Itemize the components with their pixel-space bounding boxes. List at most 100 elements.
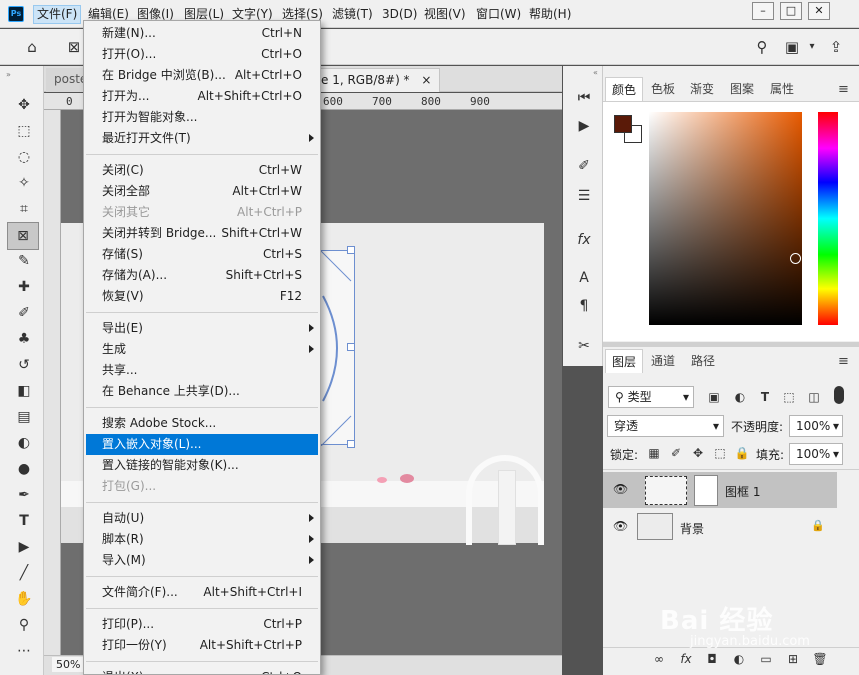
maximize-icon[interactable]: □ [780,2,802,20]
menu-filter[interactable]: 滤镜(T) [329,5,376,24]
filter-smart-icon[interactable]: ◫ [805,388,823,406]
color-picker-cursor[interactable] [790,253,801,264]
stamp-tool-icon[interactable]: ♣ [12,328,36,350]
tab-layers[interactable]: 图层 [605,349,644,373]
path-select-icon[interactable]: ▶ [12,536,36,558]
file-menu-item[interactable]: 导入(M) [86,550,318,571]
chevron-down-icon[interactable]: ▾ [802,37,822,57]
type-tool-icon[interactable]: T [12,510,36,532]
menu-file[interactable]: 文件(F) [33,5,82,24]
blend-mode-select[interactable]: 穿透 ▾ [607,415,724,437]
file-menu-item[interactable]: 脚本(R) [86,529,318,550]
line-tool-icon[interactable]: ╱ [12,562,36,584]
lock-position-icon[interactable]: ✥ [689,444,707,462]
file-menu-item[interactable]: 关闭并转到 Bridge... Shift+Ctrl+W [86,223,318,244]
menu-window[interactable]: 窗口(W) [473,5,524,24]
lock-all-icon[interactable]: 🔒 [733,444,751,462]
brush-settings-icon[interactable]: ✐ [574,156,594,176]
link-layers-icon[interactable]: ∞ [650,650,668,668]
file-menu-item[interactable]: 共享... [86,360,318,381]
delete-layer-icon[interactable]: 🗑 [811,650,829,668]
transform-handle[interactable] [347,246,355,254]
document-tab-active[interactable]: e 1, RGB/8#) * × [312,68,441,92]
file-menu-item[interactable]: 置入嵌入对象(L)... [86,434,318,455]
share-icon[interactable]: ⇪ [826,37,846,57]
crop-tool-icon[interactable]: ⌗ [12,198,36,220]
pen-tool-icon[interactable]: ✒ [12,484,36,506]
layer-row-background[interactable]: 👁 背景 🔒 [603,509,837,545]
workspace-icon[interactable]: ▣ [782,37,802,57]
blur-tool-icon[interactable]: ◐ [12,432,36,454]
tab-swatches[interactable]: 色板 [645,77,681,101]
menu-3d[interactable]: 3D(D) [379,5,420,24]
lock-transparent-icon[interactable]: ▦ [645,444,663,462]
file-menu-item[interactable]: 在 Bridge 中浏览(B)... Alt+Ctrl+O [86,65,318,86]
visibility-eye-icon[interactable]: 👁 [613,482,628,496]
hue-slider-marker[interactable] [810,309,816,317]
eraser-tool-icon[interactable]: ◧ [12,380,36,402]
file-menu-item[interactable]: 导出(E) [86,318,318,339]
home-icon[interactable]: ⌂ [22,37,42,57]
file-menu-item[interactable]: 在 Behance 上共享(D)... [86,381,318,402]
healing-tool-icon[interactable]: ✚ [12,276,36,298]
fill-input[interactable]: 100% ▾ [789,443,843,465]
menu-view[interactable]: 视图(V) [421,5,469,24]
file-menu-item[interactable]: 最近打开文件(T) [86,128,318,149]
tab-color[interactable]: 颜色 [605,77,644,101]
minimize-icon[interactable]: – [752,2,774,20]
frame-tool-icon[interactable]: ⊠ [64,37,84,57]
hand-tool-icon[interactable]: ✋ [12,588,36,610]
filter-adjust-icon[interactable]: ◐ [731,388,749,406]
fx-icon[interactable]: fx [574,230,594,250]
file-menu-item[interactable]: 文件简介(F)... Alt+Shift+Ctrl+I [86,582,318,603]
history-brush-icon[interactable]: ↺ [12,354,36,376]
tool-presets-icon[interactable]: ✂ [574,336,594,356]
paragraph-icon[interactable]: ¶ [574,296,594,316]
more-tools-icon[interactable]: ⋯ [12,640,36,662]
collapse-icon[interactable]: » [6,70,11,79]
panel-menu-icon[interactable]: ≡ [838,354,849,369]
tab-properties[interactable]: 属性 [764,77,800,101]
file-menu-item[interactable]: 自动(U) [86,508,318,529]
character-icon[interactable]: A [574,268,594,288]
gradient-tool-icon[interactable]: ▤ [12,406,36,428]
file-menu-item[interactable]: 存储为(A)... Shift+Ctrl+S [86,265,318,286]
menu-help[interactable]: 帮助(H) [526,5,574,24]
move-tool-icon[interactable]: ✥ [12,94,36,116]
filter-pixel-icon[interactable]: ▣ [705,388,723,406]
lock-pixels-icon[interactable]: ✐ [667,444,685,462]
transform-handle[interactable] [347,343,355,351]
magic-wand-tool-icon[interactable]: ✧ [12,172,36,194]
dodge-tool-icon[interactable]: ● [12,458,36,480]
eyedropper-tool-icon[interactable]: ✎ [12,250,36,272]
actions-play-icon[interactable]: ▶ [574,116,594,136]
file-menu-item[interactable]: 存储(S) Ctrl+S [86,244,318,265]
layer-style-icon[interactable]: fx [677,650,695,668]
opacity-input[interactable]: 100% ▾ [789,415,843,437]
search-icon[interactable]: ⚲ [752,37,772,57]
file-menu-item[interactable]: 恢复(V) F12 [86,286,318,307]
file-menu-item[interactable]: 新建(N)... Ctrl+N [86,23,318,44]
file-menu-item[interactable]: 生成 [86,339,318,360]
layer-row-frame[interactable]: 👁 图框 1 [603,472,837,508]
tab-patterns[interactable]: 图案 [724,77,760,101]
frame-tool-icon[interactable]: ⊠ [7,222,39,250]
file-menu-item[interactable]: 打印一份(Y) Alt+Shift+Ctrl+P [86,635,318,656]
tab-paths[interactable]: 路径 [685,349,721,373]
tab-gradients[interactable]: 渐变 [684,77,720,101]
tab-channels[interactable]: 通道 [645,349,681,373]
file-menu-item[interactable]: 关闭(C) Ctrl+W [86,160,318,181]
history-icon[interactable]: ⏮ [574,88,594,108]
layer-filter-select[interactable]: ⚲ 类型 ▾ [608,386,694,408]
close-icon[interactable]: ✕ [808,2,830,20]
collapse-icon[interactable]: « [593,68,598,77]
file-menu-item[interactable]: 置入链接的智能对象(K)... [86,455,318,476]
lock-artboard-icon[interactable]: ⬚ [711,444,729,462]
adjust-icon[interactable]: ☰ [574,186,594,206]
zoom-level[interactable]: 50% [52,657,85,672]
visibility-eye-icon[interactable]: 👁 [613,519,628,533]
brush-tool-icon[interactable]: ✐ [12,302,36,324]
color-picker-field[interactable] [649,112,802,325]
new-layer-icon[interactable]: ⊞ [784,650,802,668]
add-mask-icon[interactable]: ◘ [703,650,721,668]
